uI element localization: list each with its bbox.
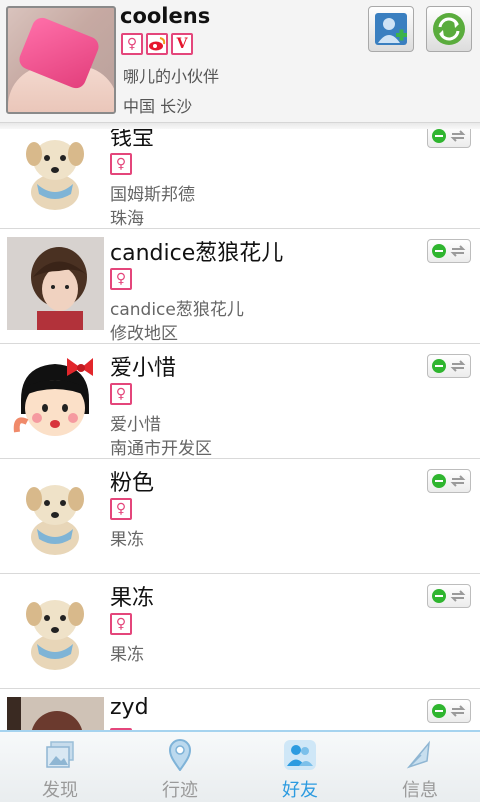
swap-arrows-icon	[450, 590, 466, 602]
online-status-icon	[432, 474, 446, 488]
friend-name: zyd	[110, 695, 149, 720]
friend-avatar[interactable]	[7, 129, 104, 215]
online-status-icon	[432, 359, 446, 373]
friend-status-toggle[interactable]	[427, 469, 471, 493]
tab-messages[interactable]: 信息	[360, 732, 480, 802]
profile-signature: 哪儿的小伙伴	[123, 67, 220, 86]
friend-name: 粉色	[110, 471, 155, 496]
friend-row[interactable]: 果冻 ♀ 果冻	[0, 574, 480, 689]
tab-friends[interactable]: 好友	[240, 732, 360, 802]
tab-track[interactable]: 行迹	[120, 732, 240, 802]
weibo-badge	[146, 33, 168, 55]
friend-avatar[interactable]	[7, 697, 104, 730]
online-status-icon	[432, 244, 446, 258]
friend-nickname: 果冻	[110, 530, 144, 550]
friend-avatar[interactable]	[7, 582, 104, 675]
friend-name: 果冻	[110, 586, 155, 611]
friend-location: 珠海	[110, 209, 144, 229]
friend-status-toggle[interactable]	[427, 699, 471, 723]
profile-badges: ♀ V	[121, 33, 193, 55]
swap-arrows-icon	[450, 245, 466, 257]
female-icon: ♀	[110, 498, 132, 520]
friend-status-toggle[interactable]	[427, 129, 471, 148]
friend-status-toggle[interactable]	[427, 239, 471, 263]
friend-row[interactable]: 粉色 ♀ 果冻	[0, 459, 480, 574]
friend-name: 钱宝	[110, 129, 155, 151]
female-icon: ♀	[110, 153, 132, 175]
discover-icon	[46, 741, 74, 768]
friend-row[interactable]: zyd ♀	[0, 689, 480, 730]
online-status-icon	[432, 704, 446, 718]
refresh-icon	[433, 13, 465, 45]
swap-arrows-icon	[450, 360, 466, 372]
location-pin-icon	[168, 739, 192, 771]
profile-name: coolens	[120, 4, 211, 28]
tab-messages-label: 信息	[402, 780, 438, 801]
swap-arrows-icon	[450, 130, 466, 142]
swap-arrows-icon	[450, 475, 466, 487]
friend-nickname: 果冻	[110, 645, 144, 665]
friend-nickname: candice葱狼花儿	[110, 300, 244, 320]
friend-location: 修改地区	[110, 324, 178, 344]
female-icon: ♀	[110, 268, 132, 290]
bottom-tab-bar: 发现 行迹 好友 信息	[0, 730, 480, 802]
friend-name: 爱小惜	[110, 356, 177, 381]
refresh-button[interactable]	[426, 6, 472, 52]
friend-avatar[interactable]	[7, 352, 104, 445]
friend-nickname: 国姆斯邦德	[110, 185, 195, 205]
friend-status-toggle[interactable]	[427, 354, 471, 378]
online-status-icon	[432, 129, 446, 143]
tab-track-label: 行迹	[162, 780, 198, 801]
add-user-icon	[375, 13, 407, 45]
friend-nickname: 爱小惜	[110, 415, 161, 435]
profile-location: 中国 长沙	[123, 97, 193, 116]
friend-status-toggle[interactable]	[427, 584, 471, 608]
friend-row[interactable]: 爱小惜 ♀ 爱小惜 南通市开发区	[0, 344, 480, 459]
messages-icon	[406, 740, 431, 769]
female-badge: ♀	[121, 33, 143, 55]
friends-icon	[284, 740, 316, 770]
online-status-icon	[432, 589, 446, 603]
friend-list[interactable]: 钱宝 ♀ 国姆斯邦德 珠海 candice葱狼花儿 ♀ candice葱狼花儿 …	[0, 129, 480, 730]
friend-row[interactable]: 钱宝 ♀ 国姆斯邦德 珠海	[0, 129, 480, 229]
friend-avatar[interactable]	[7, 467, 104, 560]
friend-location: 南通市开发区	[110, 439, 212, 459]
add-friend-button[interactable]	[368, 6, 414, 52]
female-icon: ♀	[110, 613, 132, 635]
friend-row[interactable]: candice葱狼花儿 ♀ candice葱狼花儿 修改地区	[0, 229, 480, 344]
tab-discover-label: 发现	[42, 780, 78, 801]
female-icon: ♀	[110, 383, 132, 405]
verified-badge: V	[171, 33, 193, 55]
tab-discover[interactable]: 发现	[0, 732, 120, 802]
friend-avatar[interactable]	[7, 237, 104, 330]
friend-name: candice葱狼花儿	[110, 241, 284, 266]
tab-friends-label: 好友	[282, 780, 318, 801]
profile-header: coolens ♀ V 哪儿的小伙伴 中国 长沙	[0, 0, 480, 123]
swap-arrows-icon	[450, 705, 466, 717]
profile-avatar[interactable]	[6, 6, 116, 114]
